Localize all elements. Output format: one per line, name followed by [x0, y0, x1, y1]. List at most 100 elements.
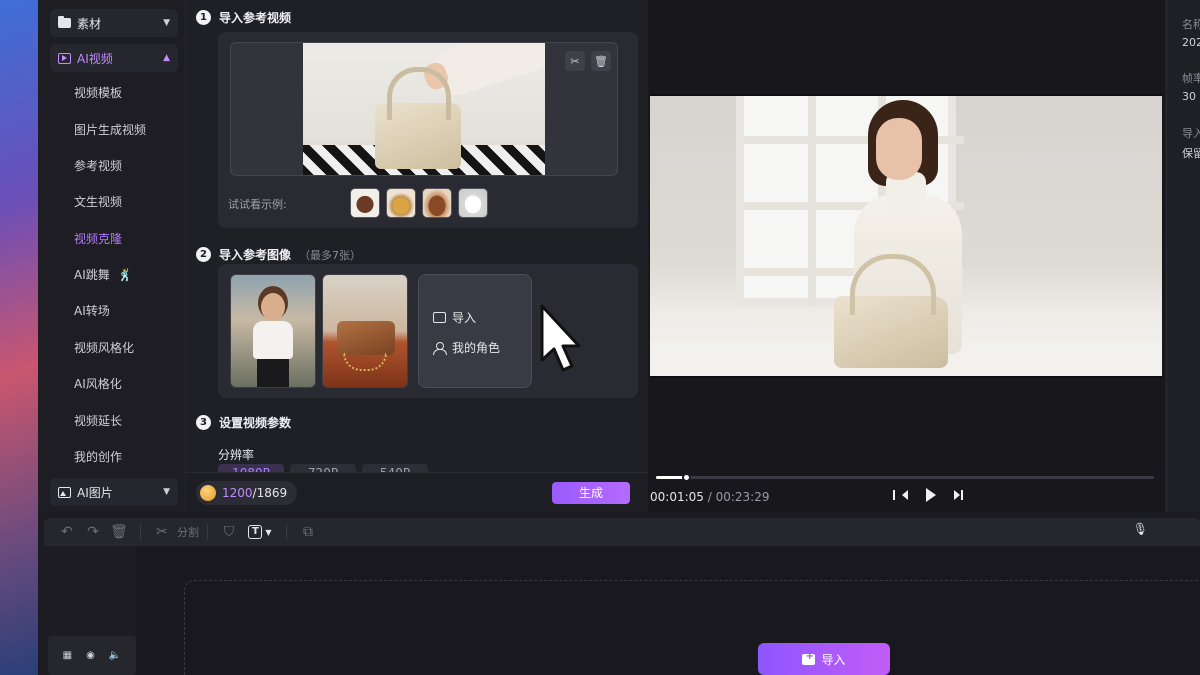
microphone-icon[interactable]: 🎙 — [1133, 522, 1148, 536]
reference-video-frame — [303, 43, 545, 175]
progress-bar[interactable] — [656, 473, 1154, 482]
handbag-shape — [834, 254, 948, 368]
text-tool[interactable]: T ▼ — [242, 522, 278, 542]
scissors-icon[interactable]: ✂ — [565, 51, 585, 71]
import-setting-label: 导入 — [1182, 127, 1200, 140]
reference-image-woman[interactable] — [230, 274, 316, 388]
caret-down-icon: ▼ — [265, 527, 272, 537]
step-hint: （最多7张） — [299, 248, 362, 262]
user-icon — [433, 341, 447, 355]
generate-button[interactable]: 生成 — [552, 482, 630, 504]
import-setting-value: 保留 — [1182, 147, 1200, 160]
chevron-down-icon: ▼ — [163, 487, 170, 497]
timeline-toolbar: ↶ ↷ 🗑 ✂ 分割 ⛉ T ▼ ⧉ 🎙 — [44, 518, 1200, 546]
video-tools: ✂ 🗑 — [565, 51, 611, 71]
name-label: 名称 — [1182, 18, 1200, 31]
timeline-import-label: 导入 — [821, 652, 846, 667]
marker-icon[interactable]: ⛉ — [216, 522, 242, 542]
track-header-column: ▦ ◉ 🔈 — [44, 546, 136, 675]
step-3-title: 3 设置视频参数 — [196, 414, 291, 431]
undo-icon[interactable]: ↶ — [54, 522, 80, 542]
sidebar-group-assets[interactable]: 素材 ▼ — [50, 9, 178, 37]
trash-icon[interactable]: 🗑 — [591, 51, 611, 71]
play-icon[interactable] — [926, 488, 936, 502]
toolbar-divider — [207, 524, 208, 540]
timeline-import-button[interactable]: 导入 — [758, 643, 890, 675]
sidebar-group-ai-video[interactable]: AI视频 ▲ — [50, 44, 178, 72]
sidebar-group-ai-image[interactable]: AI图片 ▼ — [50, 478, 178, 506]
text-icon: T — [248, 525, 263, 539]
folder-icon — [58, 16, 71, 28]
sidebar-item-video-clone[interactable]: 视频克隆 — [74, 229, 122, 249]
total-time: / 00:23:29 — [707, 490, 770, 504]
sidebar-item-ai-transition[interactable]: AI转场 — [74, 301, 110, 321]
sidebar-item-my-creations[interactable]: 我的创作 — [74, 447, 122, 467]
track-icon[interactable]: ▦ — [63, 650, 72, 661]
speaker-icon[interactable]: 🔈 — [109, 650, 121, 661]
name-value: 2025 — [1182, 36, 1200, 49]
export-frame-icon[interactable]: ⧉ — [295, 522, 321, 542]
bag-shape — [337, 321, 395, 355]
step-2-title: 2 导入参考图像 （最多7张） — [196, 246, 361, 263]
next-frame-icon[interactable] — [954, 490, 963, 500]
import-image-button[interactable]: 导入 — [433, 309, 476, 326]
examples-label: 试试看示例: — [228, 198, 287, 211]
reference-image-bag[interactable] — [322, 274, 408, 388]
coin-icon — [200, 485, 216, 501]
add-folder-icon — [802, 651, 816, 665]
sidebar-item-reference-video[interactable]: 参考视频 — [74, 156, 122, 176]
playback-controls — [893, 488, 963, 502]
toolbar-divider — [140, 524, 141, 540]
step-label: 导入参考视频 — [219, 11, 292, 25]
sidebar-group-label: AI视频 — [77, 51, 113, 66]
person-head — [261, 293, 285, 321]
sidebar-item-ai-dance[interactable]: AI跳舞 🕺 — [74, 265, 133, 285]
credits-used: 1200 — [222, 486, 253, 500]
fps-value: 30 — [1182, 90, 1196, 103]
step-number: 1 — [196, 10, 211, 25]
my-roles-label: 我的角色 — [452, 341, 501, 355]
split-icon[interactable]: ✂ — [149, 522, 175, 542]
redo-icon[interactable]: ↷ — [80, 522, 106, 542]
eye-icon[interactable]: ◉ — [86, 650, 95, 661]
video-clone-panel: 1 导入参考视频 ✂ 🗑 试试看示例: 2 导入参考图像 （最多7张） 导入 我… — [186, 0, 648, 512]
progress-handle[interactable] — [681, 473, 691, 482]
current-time: 00:01:05 — [650, 490, 704, 504]
example-thumb-chair[interactable] — [350, 188, 380, 218]
step-number: 3 — [196, 415, 211, 430]
delete-icon[interactable]: 🗑 — [106, 522, 132, 542]
import-image-card[interactable]: 导入 我的角色 — [418, 274, 532, 388]
bag-chain — [343, 353, 387, 371]
sidebar-item-text-to-video[interactable]: 文生视频 — [74, 192, 122, 212]
playback-time: 00:01:05 / 00:23:29 — [650, 490, 770, 504]
timeline-area: ▦ ◉ 🔈 导入 — [44, 546, 1200, 675]
dancer-icon: 🕺 — [117, 268, 133, 282]
sidebar-item-video-stylize[interactable]: 视频风格化 — [74, 338, 134, 358]
video-icon — [58, 52, 71, 64]
sidebar-item-image-to-video[interactable]: 图片生成视频 — [74, 120, 146, 140]
example-thumb-bag[interactable] — [422, 188, 452, 218]
mouse-cursor-icon — [540, 304, 581, 372]
sidebar-item-video-extend[interactable]: 视频延长 — [74, 411, 122, 431]
step-number: 2 — [196, 247, 211, 262]
drop-zone[interactable] — [184, 580, 1200, 675]
credits-badge: 1200/1869 — [196, 481, 298, 505]
previous-frame-icon[interactable] — [893, 490, 908, 500]
sidebar-item-video-template[interactable]: 视频模板 — [74, 83, 122, 103]
my-roles-button[interactable]: 我的角色 — [433, 339, 500, 356]
example-thumb-perfume[interactable] — [386, 188, 416, 218]
app-window: 素材 ▼ AI视频 ▲ 视频模板 图片生成视频 参考视频 文生视频 视频克隆 A… — [38, 0, 1200, 675]
credits-total: /1869 — [252, 486, 288, 500]
person-legs — [257, 359, 289, 387]
step-label: 设置视频参数 — [219, 416, 292, 430]
sidebar-group-label: 素材 — [77, 16, 102, 31]
split-label[interactable]: 分割 — [177, 524, 199, 540]
sidebar-item-ai-stylize[interactable]: AI风格化 — [74, 374, 122, 394]
resolution-label: 分辨率 — [218, 448, 255, 462]
example-thumb-shirt[interactable] — [458, 188, 488, 218]
preview-video-frame[interactable] — [650, 94, 1162, 378]
woman-face — [876, 118, 922, 180]
toolbar-divider — [286, 524, 287, 540]
person-body — [253, 321, 293, 359]
reference-video-preview[interactable]: ✂ 🗑 — [230, 42, 618, 176]
